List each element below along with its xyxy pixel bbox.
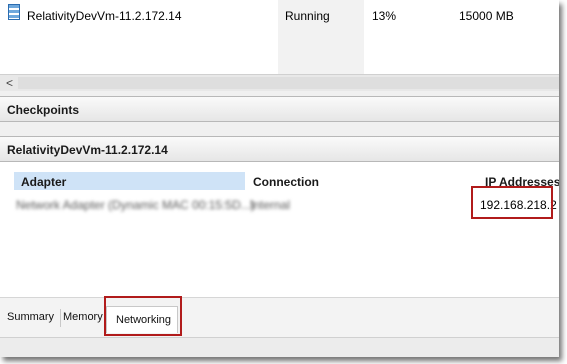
vm-cpu-usage: 13%: [372, 9, 397, 23]
checkpoints-title: Checkpoints: [7, 103, 80, 117]
column-header-connection[interactable]: Connection: [245, 172, 465, 190]
tab-summary[interactable]: Summary: [7, 311, 54, 323]
adapter-cell-blurred: Network Adapter (Dynamic MAC 00:15:5D...…: [16, 198, 255, 212]
vm-detail-header: RelativityDevVm-11.2.172.14: [0, 136, 559, 162]
bottom-bar: [0, 337, 559, 357]
column-header-adapter[interactable]: Adapter: [14, 172, 245, 190]
tab-memory[interactable]: Memory: [63, 311, 103, 323]
vm-name: RelativityDevVm-11.2.172.14: [27, 9, 182, 23]
scroll-left-icon[interactable]: <: [6, 76, 13, 90]
column-header-label: Connection: [253, 175, 319, 189]
horizontal-scrollbar[interactable]: <: [0, 74, 559, 91]
vm-detail-title: RelativityDevVm-11.2.172.14: [7, 143, 168, 157]
divider: [0, 122, 559, 136]
scrollbar-track[interactable]: [18, 77, 559, 89]
vm-assigned-memory: 15000 MB: [459, 9, 514, 23]
vm-row[interactable]: RelativityDevVm-11.2.172.14 Running 13% …: [0, 0, 559, 26]
connection-cell-blurred: Internal: [250, 198, 291, 212]
virtual-machine-list: RelativityDevVm-11.2.172.14 Running 13% …: [0, 0, 559, 76]
hyperv-manager-window: RelativityDevVm-11.2.172.14 Running 13% …: [0, 0, 559, 357]
virtual-machine-icon: [8, 4, 20, 20]
ip-highlight-box: [471, 186, 553, 219]
tab-divider: [60, 309, 61, 327]
checkpoints-header: Checkpoints: [0, 96, 559, 122]
vm-state: Running: [285, 9, 330, 23]
networking-tab-highlight-box: [104, 296, 182, 336]
column-header-label: Adapter: [21, 175, 67, 189]
